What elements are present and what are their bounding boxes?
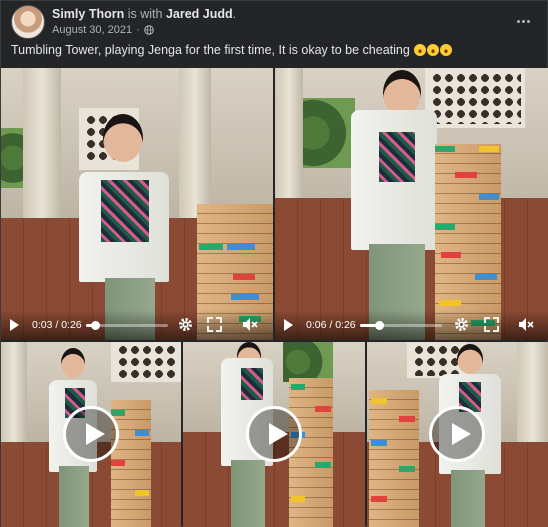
video-scene [179, 68, 211, 218]
video-scene [117, 344, 177, 380]
rolling-on-floor-laughing-emoji [414, 44, 427, 56]
meta-separator: · [136, 24, 140, 36]
post-date[interactable]: August 30, 2021 [52, 24, 132, 36]
play-circle-icon[interactable] [429, 406, 485, 462]
mute-icon[interactable] [241, 316, 258, 333]
more-options-icon[interactable] [511, 11, 535, 31]
video-thumbnail-1[interactable] [1, 342, 181, 527]
caption-text: Tumbling Tower, playing Jenga for the fi… [11, 43, 410, 57]
post-card: Simly Thorn is with Jared Judd. August 3… [0, 0, 548, 527]
seek-bar[interactable] [360, 321, 442, 330]
video-time: 0:03 / 0:26 [32, 319, 82, 331]
tagged-person[interactable]: Jared Judd [166, 7, 233, 21]
media-grid: 0:03 / 0:26 0:06 / 0:26 [1, 68, 548, 527]
video-thumbnail-3[interactable] [367, 342, 548, 527]
post-header: Simly Thorn is with Jared Judd. August 3… [11, 5, 541, 39]
player-figure [71, 108, 181, 340]
video-controls: 0:06 / 0:26 [275, 310, 548, 340]
video-player-1[interactable]: 0:03 / 0:26 [1, 68, 273, 340]
play-circle-icon[interactable] [246, 406, 302, 462]
play-circle-icon[interactable] [63, 406, 119, 462]
period: . [232, 7, 237, 21]
seek-handle[interactable] [91, 321, 101, 330]
settings-gear-icon[interactable] [453, 316, 470, 333]
settings-gear-icon[interactable] [177, 316, 194, 333]
author-line: Simly Thorn is with Jared Judd. [52, 7, 236, 21]
post-meta: August 30, 2021 · [52, 24, 154, 36]
video-player-2[interactable]: 0:06 / 0:26 [275, 68, 548, 340]
post-caption: Tumbling Tower, playing Jenga for the fi… [11, 43, 541, 57]
rolling-on-floor-laughing-emoji [427, 44, 440, 56]
play-icon[interactable] [284, 319, 293, 331]
with-connector: is with [127, 7, 163, 21]
seek-bar[interactable] [86, 321, 168, 330]
video-thumbnail-2[interactable] [183, 342, 365, 527]
globe-icon [143, 25, 154, 35]
jenga-tower [111, 400, 151, 527]
rolling-on-floor-laughing-emoji [440, 44, 453, 56]
seek-handle[interactable] [374, 321, 384, 330]
jenga-tower [369, 390, 419, 527]
video-scene [283, 342, 333, 382]
author-avatar[interactable] [11, 5, 45, 39]
fullscreen-icon[interactable] [206, 316, 223, 333]
mute-icon[interactable] [517, 316, 534, 333]
author-name[interactable]: Simly Thorn [52, 7, 124, 21]
video-time: 0:06 / 0:26 [306, 319, 356, 331]
play-icon[interactable] [10, 319, 19, 331]
jenga-tower [289, 378, 333, 527]
fullscreen-icon[interactable] [483, 316, 500, 333]
video-controls: 0:03 / 0:26 [1, 310, 273, 340]
